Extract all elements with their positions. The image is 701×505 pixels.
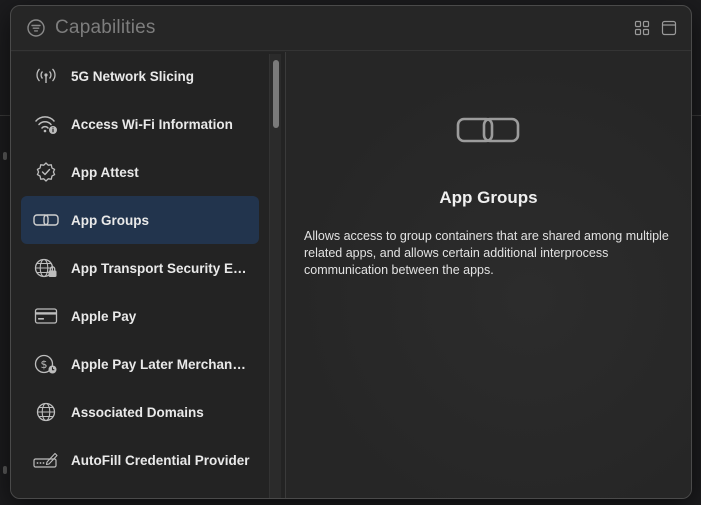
capability-label: Access Wi-Fi Information [71,116,233,132]
capability-label: App Transport Security Exce... [71,260,251,276]
capability-detail-title: App Groups [439,188,538,207]
capability-row-associated-domains[interactable]: Associated Domains [21,388,259,436]
capability-row-app-transport-security[interactable]: App Transport Security Exce... [21,244,259,292]
capability-label: App Groups [71,212,149,228]
capability-row-app-groups[interactable]: App Groups [21,196,259,244]
link-icon [456,117,520,143]
capability-row-5g-network-slicing[interactable]: 5G Network Slicing [21,52,259,100]
dollar-clock-icon: $ [33,351,59,377]
grid-view-icon[interactable] [634,20,650,36]
capability-row-apple-pay[interactable]: Apple Pay [21,292,259,340]
scrollbar-thumb[interactable] [273,60,279,128]
panel-view-icon[interactable] [661,20,677,36]
window-title: Capabilities [55,17,156,38]
svg-text:$: $ [41,358,48,371]
autofill-field-icon [33,447,59,473]
globe-icon [33,399,59,425]
capability-detail-pane: App Groups Allows access to group contai… [286,52,691,498]
checkmark-seal-icon [33,159,59,185]
capability-label: Associated Domains [71,404,204,420]
capability-row-autofill-credential-provider[interactable]: AutoFill Credential Provider [21,436,259,484]
capability-row-access-wifi-information[interactable]: Access Wi-Fi Information [21,100,259,148]
capability-label: App Attest [71,164,139,180]
capability-row-app-attest[interactable]: App Attest [21,148,259,196]
background-divider [692,115,701,116]
titlebar: Capabilities [11,6,691,51]
link-icon [33,207,59,233]
capabilities-list: 5G Network Slicing Access Wi-Fi Informat… [21,52,259,484]
background-divider [0,115,10,116]
capability-label: AutoFill Credential Provider [71,452,250,468]
capabilities-popover: Capabilities 5G Network Slicing Access W… [10,5,692,499]
antenna-icon [33,63,59,89]
background-handle [3,466,7,474]
sidebar-scrollbar[interactable] [269,54,281,498]
capability-row-apple-pay-later[interactable]: $ Apple Pay Later Merchandisi... [21,340,259,388]
capability-label: Apple Pay Later Merchandisi... [71,356,251,372]
capability-label: 5G Network Slicing [71,68,195,84]
capabilities-sidebar: 5G Network Slicing Access Wi-Fi Informat… [11,52,285,498]
credit-card-icon [33,303,59,329]
capability-label: Apple Pay [71,308,137,324]
globe-lock-icon [33,255,59,281]
filter-circle-icon[interactable] [27,19,45,37]
wifi-info-icon [33,111,59,137]
background-handle [3,152,7,160]
capability-detail-description: Allows access to group containers that a… [304,229,669,277]
